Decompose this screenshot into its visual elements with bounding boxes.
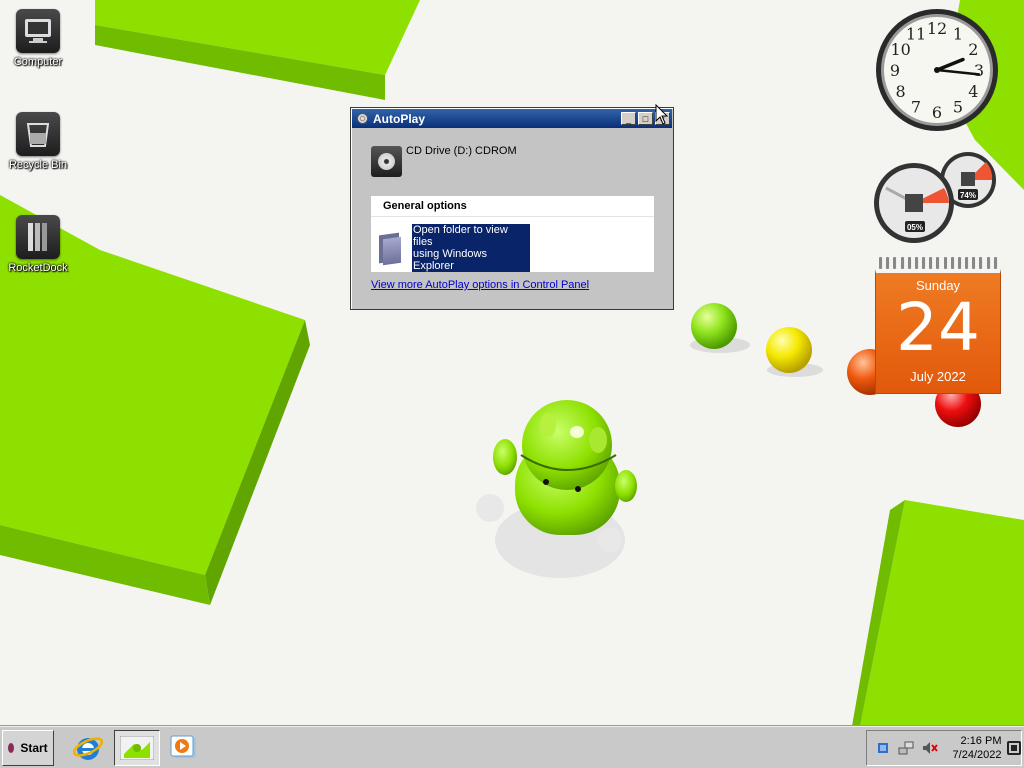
- clock-number: 6: [932, 103, 942, 122]
- maximize-button[interactable]: □: [638, 112, 653, 125]
- media-player-icon: [170, 735, 196, 758]
- cpu-meter-gadget[interactable]: 05% 74%: [874, 148, 1000, 244]
- autoplay-window[interactable]: AutoPlay _ □ × CD Drive (D:) CDROM Gener…: [350, 107, 674, 310]
- general-options-panel: General options Open folder to view file…: [371, 196, 654, 272]
- clock-number: 8: [896, 82, 906, 101]
- rocketdock-icon: [16, 215, 60, 259]
- clock-number: 2: [968, 40, 978, 59]
- more-autoplay-options-link[interactable]: View more AutoPlay options in Control Pa…: [371, 279, 589, 291]
- start-orb-icon: [8, 743, 15, 753]
- taskbar-clock[interactable]: 2:16 PM 7/24/2022: [948, 734, 1002, 762]
- folder-icon: [377, 232, 403, 266]
- desktop-icon-label: Recycle Bin: [8, 159, 68, 171]
- start-label: Start: [20, 741, 48, 755]
- show-desktop-icon[interactable]: [1007, 741, 1021, 755]
- taskbar-media-player[interactable]: [162, 730, 206, 766]
- taskbar-date: 7/24/2022: [952, 749, 1002, 761]
- minimize-button[interactable]: _: [621, 112, 636, 125]
- taskbar-wallpaper-viewer[interactable]: [114, 730, 160, 766]
- system-tray: 2:16 PM 7/24/2022: [866, 730, 1022, 766]
- network-icon[interactable]: [898, 740, 914, 756]
- clock-number: 5: [953, 97, 963, 116]
- cd-drive-icon: [371, 146, 402, 177]
- recycle-bin-icon: [16, 112, 60, 156]
- clock-number: 4: [968, 82, 978, 101]
- window-title-bar[interactable]: AutoPlay _ □ ×: [352, 109, 672, 128]
- taskbar-time: 2:16 PM: [960, 735, 1002, 747]
- mouse-cursor-icon: [655, 104, 669, 125]
- desktop-icon-recycle-bin[interactable]: Recycle Bin: [0, 112, 76, 171]
- clock-number: 3: [974, 61, 984, 80]
- clock-number: 1: [953, 25, 963, 44]
- clock-number: 7: [911, 97, 921, 116]
- calendar-rings: [875, 257, 1001, 269]
- memory-percent: 74%: [960, 191, 976, 200]
- option-label-line1: Open folder to view files: [413, 224, 508, 248]
- cd-icon: [357, 113, 368, 124]
- desktop-icon-computer[interactable]: Computer: [0, 9, 76, 68]
- option-label: Open folder to view files using Windows …: [412, 224, 530, 272]
- desktop-icon-rocketdock[interactable]: RocketDock: [0, 215, 76, 274]
- section-title: General options: [371, 196, 654, 217]
- clock-gadget[interactable]: 12 1 2 3 4 5 6 7 8 9 10 11: [874, 7, 1000, 133]
- taskbar-internet-explorer[interactable]: [66, 730, 110, 766]
- taskbar: Start 2:16 PM 7/24/2022: [0, 726, 1024, 768]
- drive-label: CD Drive (D:) CDROM: [406, 145, 517, 157]
- calendar-page: Sunday 24 July 2022: [875, 269, 1001, 394]
- clock-number: 9: [890, 61, 900, 80]
- calendar-gadget[interactable]: Sunday 24 July 2022: [875, 257, 1001, 394]
- open-folder-option[interactable]: Open folder to view files using Windows …: [371, 217, 654, 272]
- clock-number: 11: [906, 25, 926, 44]
- option-label-line2: using Windows Explorer: [413, 248, 487, 272]
- window-title: AutoPlay: [373, 111, 426, 126]
- calendar-month-year: July 2022: [910, 369, 966, 384]
- internet-explorer-icon: [72, 737, 104, 760]
- volume-muted-icon[interactable]: [922, 740, 938, 756]
- image-viewer-icon: [120, 736, 154, 760]
- bluetooth-icon[interactable]: [875, 740, 890, 756]
- drive-info: CD Drive (D:) CDROM: [371, 145, 517, 177]
- desktop-icon-label: RocketDock: [8, 262, 68, 274]
- clock-number: 12: [927, 19, 947, 38]
- calendar-day: 24: [896, 289, 980, 366]
- computer-icon: [16, 9, 60, 53]
- start-button[interactable]: Start: [2, 730, 54, 766]
- cpu-percent: 05%: [907, 223, 923, 232]
- desktop-icon-label: Computer: [13, 56, 63, 68]
